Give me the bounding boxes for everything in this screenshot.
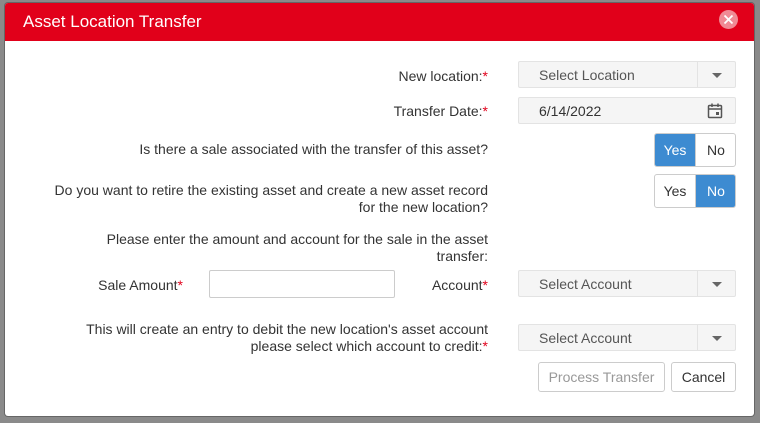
account-placeholder: Select Account xyxy=(539,276,632,292)
sale-amount-input[interactable] xyxy=(209,270,395,298)
cancel-button[interactable]: Cancel xyxy=(671,362,736,392)
transfer-date-value: 6/14/2022 xyxy=(539,103,602,119)
new-location-label: New location:* xyxy=(398,68,489,84)
dialog-header: Asset Location Transfer xyxy=(5,3,754,41)
new-location-dropdown[interactable]: Select Location xyxy=(518,61,736,88)
retire-question-label: Do you want to retire the existing asset… xyxy=(54,182,488,215)
new-location-placeholder: Select Location xyxy=(539,67,635,83)
sale-question-label: Is there a sale associated with the tran… xyxy=(139,141,488,157)
dialog-title: Asset Location Transfer xyxy=(23,12,202,31)
chevron-down-icon xyxy=(712,336,722,341)
process-transfer-button[interactable]: Process Transfer xyxy=(538,362,665,392)
close-icon[interactable] xyxy=(719,10,738,29)
sale-amount-label: Sale Amount* xyxy=(98,277,183,293)
credit-account-placeholder: Select Account xyxy=(539,330,632,346)
transfer-date-field[interactable]: 6/14/2022 xyxy=(518,97,736,124)
asset-transfer-dialog: Asset Location Transfer New location:* S… xyxy=(5,3,754,416)
retire-no-button[interactable]: No xyxy=(696,175,735,207)
retire-toggle[interactable]: Yes No xyxy=(654,174,736,208)
account-label: Account* xyxy=(431,277,488,293)
credit-account-dropdown[interactable]: Select Account xyxy=(518,324,736,351)
required-marker: * xyxy=(177,277,183,293)
chevron-down-icon xyxy=(712,73,722,78)
required-marker: * xyxy=(482,103,488,119)
credit-account-label: This will create an entry to debit the n… xyxy=(86,321,488,354)
sale-toggle[interactable]: Yes No xyxy=(654,133,736,167)
calendar-icon[interactable] xyxy=(707,103,723,124)
transfer-date-label: Transfer Date:* xyxy=(393,103,488,119)
sale-yes-button[interactable]: Yes xyxy=(655,134,695,166)
retire-yes-button[interactable]: Yes xyxy=(655,175,695,207)
required-marker: * xyxy=(482,277,488,293)
sale-no-button[interactable]: No xyxy=(696,134,735,166)
account-dropdown[interactable]: Select Account xyxy=(518,270,736,297)
chevron-down-icon xyxy=(712,282,722,287)
sale-info-text: Please enter the amount and account for … xyxy=(106,231,488,264)
required-marker: * xyxy=(482,338,488,354)
required-marker: * xyxy=(482,68,488,84)
